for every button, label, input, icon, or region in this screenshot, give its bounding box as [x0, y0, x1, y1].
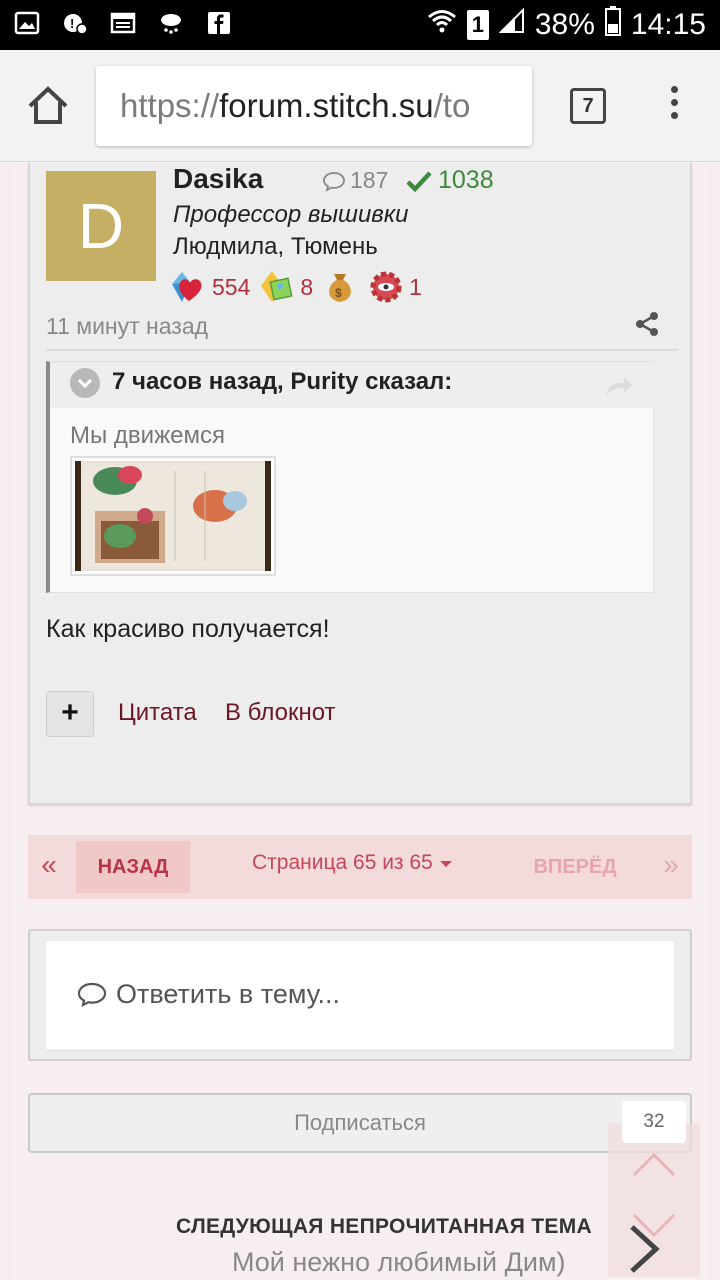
- cloud-rain-icon: [158, 10, 184, 36]
- url-path: /to: [433, 87, 471, 124]
- notebook-link[interactable]: В блокнот: [225, 699, 336, 727]
- page-selector[interactable]: Страница 65 из 65: [252, 851, 453, 875]
- reputation: 1038: [406, 166, 494, 195]
- awards-row: 554 8 $ 1: [170, 267, 430, 307]
- signal-icon: [498, 7, 525, 42]
- svg-text:$: $: [335, 286, 342, 300]
- post-count: 187: [322, 167, 388, 194]
- avatar[interactable]: D: [46, 171, 156, 281]
- award-count: 1: [409, 273, 422, 300]
- prev-page-button[interactable]: НАЗАД: [76, 841, 190, 893]
- svg-text:!: !: [70, 16, 74, 31]
- next-unread-title[interactable]: Мой нежно любимый Дим): [232, 1247, 566, 1278]
- embroidery-photo[interactable]: [70, 456, 276, 576]
- next-page-button[interactable]: ВПЕРЁД: [518, 841, 632, 893]
- status-bar: ! 1 38% 14:15: [0, 0, 720, 50]
- scroll-up-icon[interactable]: [630, 1149, 678, 1179]
- caret-down-icon: [439, 861, 452, 867]
- comment-icon: [77, 982, 107, 1007]
- forum-page: D Dasika 187 1038 Профессор вышивки Людм…: [0, 163, 720, 1280]
- gear-eye-icon: [370, 271, 402, 303]
- heart-crystal-icon: [172, 272, 202, 302]
- money-bag-icon: $: [329, 274, 352, 302]
- gallery-icon: [14, 10, 40, 36]
- award-picture[interactable]: 8: [258, 268, 313, 306]
- quote-link[interactable]: Цитата: [118, 699, 197, 727]
- forum-post: D Dasika 187 1038 Профессор вышивки Людм…: [28, 163, 692, 805]
- reply-arrow-icon[interactable]: [604, 374, 634, 398]
- award-gear[interactable]: 1: [367, 268, 422, 306]
- battery-percent: 38%: [534, 8, 595, 41]
- quote-block: 7 часов назад, Purity сказал: Мы движемс…: [46, 361, 654, 593]
- notification-icons: !: [14, 10, 232, 36]
- comment-icon: [323, 171, 345, 192]
- award-count: 554: [212, 273, 251, 300]
- user-rank: Профессор вышивки: [173, 201, 409, 228]
- subscribe-button[interactable]: Подписаться: [28, 1093, 692, 1153]
- post-timestamp[interactable]: 11 минут назад: [46, 313, 208, 340]
- post-count-value: 187: [350, 167, 389, 193]
- url-bar[interactable]: https://forum.stitch.su/to: [96, 66, 532, 146]
- first-page-button[interactable]: «: [28, 835, 70, 899]
- reply-box: Ответить в тему...: [28, 929, 692, 1061]
- home-icon[interactable]: [24, 82, 72, 130]
- crystal-picture-icon: [261, 271, 293, 302]
- user-location: Людмила, Тюмень: [173, 233, 378, 260]
- battery-icon: [604, 6, 621, 44]
- quote-text: Мы движемся: [70, 422, 225, 449]
- url-scheme: https://: [120, 87, 220, 124]
- award-money-bag[interactable]: $: [321, 268, 359, 306]
- news-icon: [110, 10, 136, 36]
- reply-input[interactable]: Ответить в тему...: [46, 941, 674, 1049]
- page-info-text: Страница 65 из 65: [252, 851, 433, 874]
- facebook-icon: [206, 10, 232, 36]
- url-host: forum.stitch.su: [219, 87, 434, 124]
- reputation-value: 1038: [438, 166, 494, 194]
- check-icon: [406, 170, 432, 192]
- next-unread-label: СЛЕДУЮЩАЯ НЕПРОЧИТАННАЯ ТЕМА: [176, 1215, 592, 1238]
- status-right: 1 38% 14:15: [427, 6, 706, 44]
- pagination: « НАЗАД Страница 65 из 65 ВПЕРЁД »: [28, 835, 692, 899]
- wifi-icon: [427, 8, 457, 42]
- sim-icon: 1: [466, 10, 489, 40]
- chevron-right-icon[interactable]: [626, 1223, 662, 1275]
- plus-button[interactable]: +: [46, 691, 94, 737]
- award-count: 8: [300, 273, 314, 300]
- post-body: Как красиво получается!: [46, 615, 330, 643]
- embroidery-photo-image: [75, 461, 271, 571]
- username[interactable]: Dasika: [173, 163, 263, 195]
- follower-count: 32: [622, 1101, 686, 1143]
- chevron-down-icon[interactable]: [70, 368, 100, 398]
- reply-placeholder-text: Ответить в тему...: [116, 979, 341, 1009]
- browser-toolbar: https://forum.stitch.su/to 7: [0, 50, 720, 162]
- tabs-button[interactable]: 7: [570, 88, 606, 124]
- divider: [46, 349, 678, 351]
- weather-alert-icon: !: [62, 10, 88, 36]
- reply-placeholder: Ответить в тему...: [76, 979, 340, 1010]
- last-page-button[interactable]: »: [650, 835, 692, 899]
- clock: 14:15: [630, 8, 706, 41]
- quote-header: 7 часов назад, Purity сказал:: [50, 362, 654, 408]
- share-icon[interactable]: [634, 311, 660, 337]
- award-heart[interactable]: 554: [170, 268, 250, 306]
- quote-citation: 7 часов назад, Purity сказал:: [112, 368, 453, 395]
- overflow-menu-icon[interactable]: [664, 86, 684, 126]
